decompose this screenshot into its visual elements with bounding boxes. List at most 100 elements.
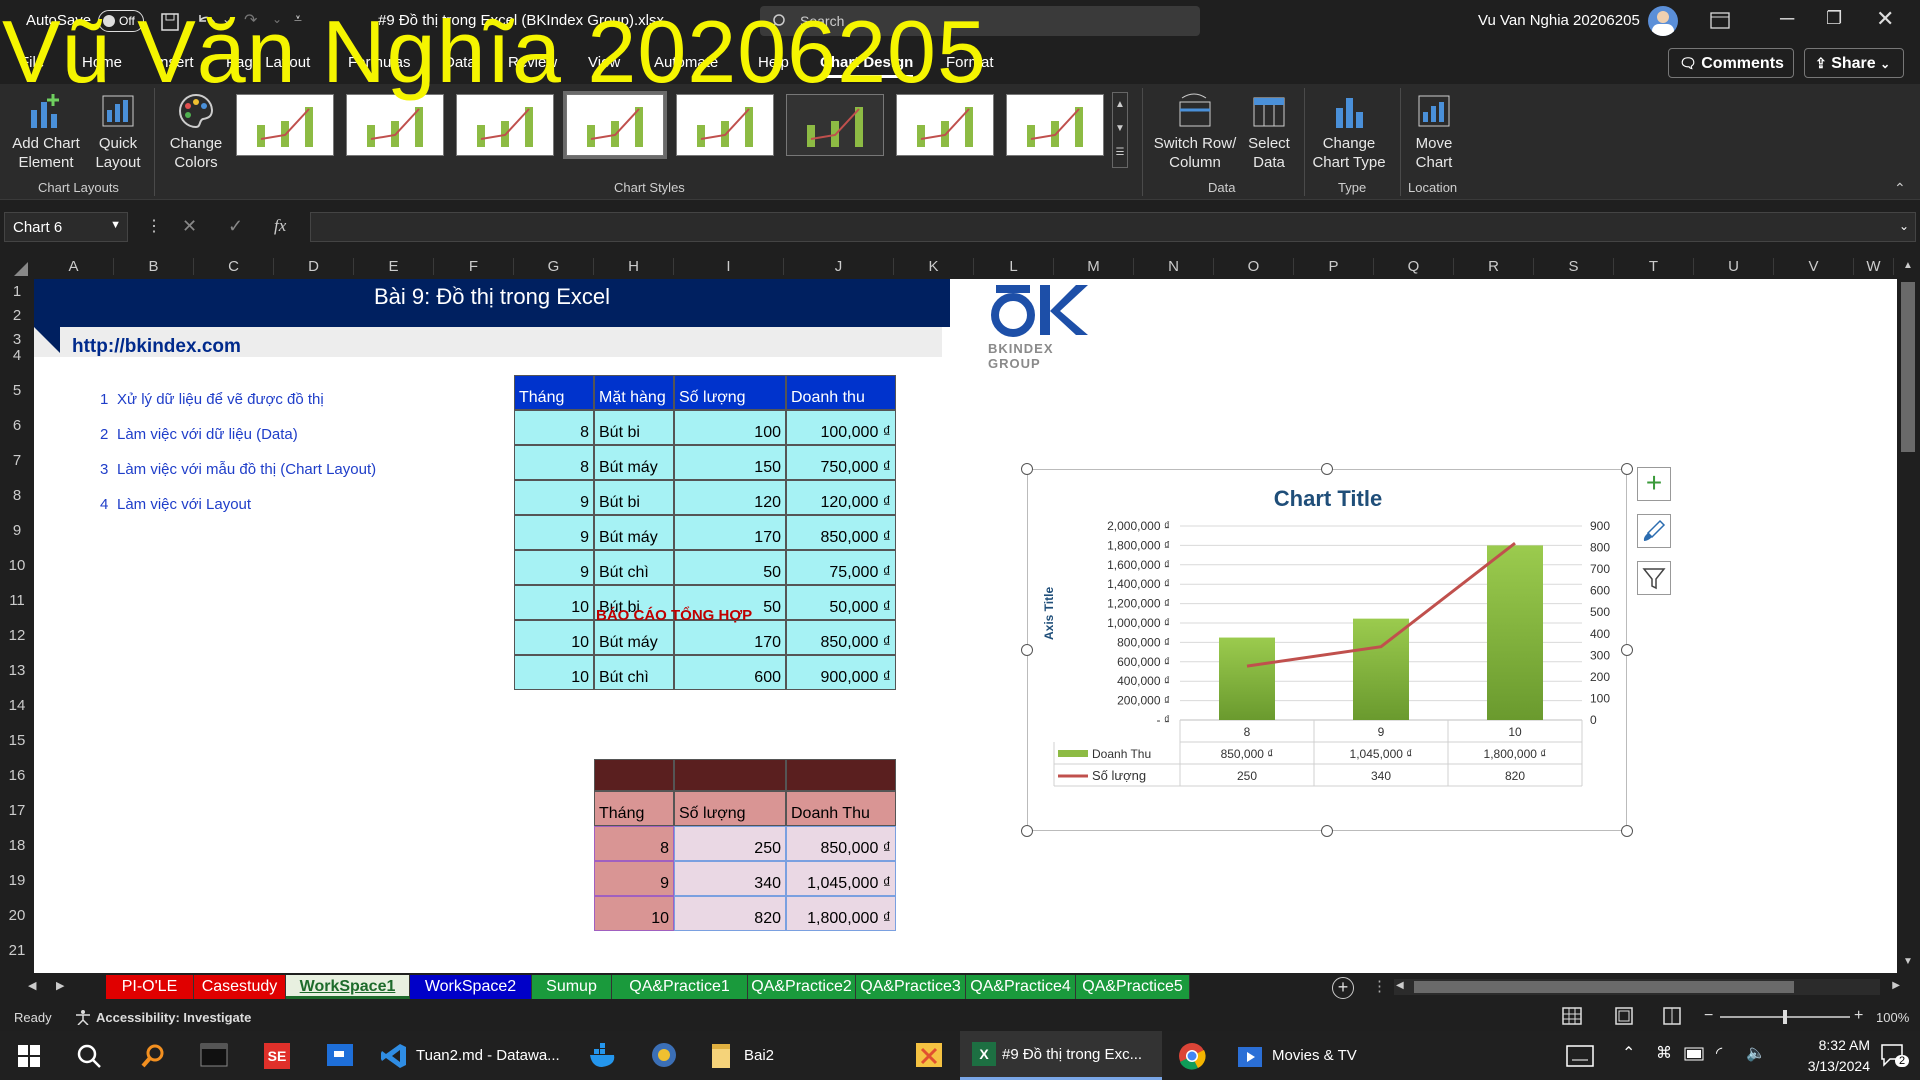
table1-cell[interactable]: 170 <box>674 515 786 550</box>
avatar[interactable] <box>1648 6 1678 36</box>
resize-handle[interactable] <box>1021 644 1033 656</box>
column-header-n[interactable]: N <box>1134 258 1214 275</box>
table2-cell[interactable]: 1,800,000 ₫ <box>786 896 896 931</box>
chart-style-6[interactable] <box>786 94 884 156</box>
row-header-12[interactable]: 12 <box>0 627 34 644</box>
table1-cell[interactable]: 8 <box>514 445 594 480</box>
row-header-6[interactable]: 6 <box>0 417 34 434</box>
table1-cell[interactable]: 9 <box>514 550 594 585</box>
column-header-r[interactable]: R <box>1454 258 1534 275</box>
horizontal-scrollbar[interactable]: ◀ ▶ <box>1394 979 1900 995</box>
table1-cell[interactable]: 50,000 ₫ <box>786 585 896 620</box>
snipping-tool-icon[interactable] <box>914 1041 944 1069</box>
column-header-d[interactable]: D <box>274 258 354 275</box>
row-header-16[interactable]: 16 <box>0 767 34 784</box>
sheet-tab-8[interactable]: QA&Practice4 <box>966 975 1076 999</box>
sheet-tab-7[interactable]: QA&Practice3 <box>856 975 966 999</box>
column-header-k[interactable]: K <box>894 258 974 275</box>
app-icon[interactable] <box>650 1041 678 1069</box>
close-icon[interactable]: ✕ <box>1876 6 1894 32</box>
scroll-down-icon[interactable]: ▼ <box>1113 117 1127 141</box>
chart-style-8[interactable] <box>1006 94 1104 156</box>
scroll-up-icon[interactable]: ▲ <box>1113 93 1127 117</box>
move-chart-button[interactable]: Move Chart <box>1404 92 1464 172</box>
chart-style-1[interactable] <box>236 94 334 156</box>
url-link[interactable]: http://bkindex.com <box>72 336 241 358</box>
share-button[interactable]: ⇪ Share ⌄ <box>1804 48 1904 78</box>
chrome-icon[interactable] <box>1178 1042 1206 1070</box>
worksheet-grid[interactable]: Bài 9: Đồ thị trong Excel http://bkindex… <box>34 279 1897 973</box>
zoom-out-icon[interactable]: − <box>1704 1007 1713 1025</box>
row-header-17[interactable]: 17 <box>0 802 34 819</box>
table1-cell[interactable]: Bút máy <box>594 515 674 550</box>
select-data-button[interactable]: Select Data <box>1240 92 1298 172</box>
table1-cell[interactable]: 120 <box>674 480 786 515</box>
column-header-q[interactable]: Q <box>1374 258 1454 275</box>
row-header-2[interactable]: 2 <box>0 307 34 324</box>
chart-style-4[interactable] <box>563 91 667 159</box>
change-colors-button[interactable]: Change Colors <box>160 92 232 172</box>
taskbar-movies[interactable]: Movies & TV <box>1236 1031 1396 1080</box>
table1-cell[interactable]: 150 <box>674 445 786 480</box>
table1-cell[interactable]: 9 <box>514 515 594 550</box>
add-chart-element-button[interactable]: Add Chart Element <box>8 92 84 172</box>
row-header-11[interactable]: 11 <box>0 592 34 609</box>
network-device-icon[interactable]: ⌘ <box>1656 1043 1672 1063</box>
taskbar-vscode[interactable]: Tuan2.md - Datawa... <box>380 1031 570 1080</box>
more-icon[interactable]: ⋮ <box>146 216 162 236</box>
expand-formula-icon[interactable]: ⌄ <box>1899 219 1909 233</box>
formula-input[interactable]: ⌄ <box>310 212 1916 242</box>
table2-cell[interactable]: 850,000 ₫ <box>786 826 896 861</box>
row-header-19[interactable]: 19 <box>0 872 34 889</box>
table1-cell[interactable]: Bút máy <box>594 620 674 655</box>
chart-filters-button[interactable] <box>1637 561 1671 595</box>
row-header-13[interactable]: 13 <box>0 662 34 679</box>
resize-handle[interactable] <box>1621 644 1633 656</box>
insert-function-icon[interactable]: fx <box>274 216 286 236</box>
table1-cell[interactable]: 850,000 ₫ <box>786 515 896 550</box>
column-header-m[interactable]: M <box>1054 258 1134 275</box>
row-header-8[interactable]: 8 <box>0 487 34 504</box>
row-header-4[interactable]: 4 <box>0 347 34 364</box>
clock-date[interactable]: 3/13/2024 <box>1778 1058 1870 1074</box>
resize-handle[interactable] <box>1321 825 1333 837</box>
table2-cell[interactable]: 250 <box>674 826 786 861</box>
app-se-icon[interactable]: SE <box>264 1043 290 1069</box>
next-sheet-icon[interactable]: ▶ <box>56 979 64 992</box>
zoom-slider-thumb[interactable] <box>1783 1010 1787 1024</box>
table1-cell[interactable]: 850,000 ₫ <box>786 620 896 655</box>
row-header-15[interactable]: 15 <box>0 732 34 749</box>
taskbar-excel[interactable]: X #9 Đồ thị trong Exc... <box>960 1031 1162 1080</box>
zoom-in-icon[interactable]: + <box>1854 1007 1863 1025</box>
collapse-ribbon-icon[interactable]: ⌃ <box>1894 180 1906 197</box>
column-header-p[interactable]: P <box>1294 258 1374 275</box>
bar-doanh-thu-9[interactable] <box>1353 618 1409 720</box>
chart-styles-scroller[interactable]: ▲ ▼ ☰ <box>1112 92 1128 168</box>
table1-cell[interactable]: 9 <box>514 480 594 515</box>
windows-start-icon[interactable] <box>18 1045 40 1067</box>
table2-cell[interactable]: 8 <box>594 826 674 861</box>
tray-chevron-icon[interactable]: ⌃ <box>1622 1043 1635 1063</box>
column-header-f[interactable]: F <box>434 258 514 275</box>
table1-cell[interactable]: Bút máy <box>594 445 674 480</box>
resize-handle[interactable] <box>1021 463 1033 475</box>
row-header-5[interactable]: 5 <box>0 382 34 399</box>
column-header-i[interactable]: I <box>674 258 784 275</box>
chart-style-3[interactable] <box>456 94 554 156</box>
scroll-thumb[interactable] <box>1901 282 1915 452</box>
column-header-e[interactable]: E <box>354 258 434 275</box>
row-header-9[interactable]: 9 <box>0 522 34 539</box>
bar-doanh-thu-10[interactable] <box>1487 545 1543 720</box>
table1-cell[interactable]: 10 <box>514 655 594 690</box>
taskbar-folder[interactable]: Bai2 <box>710 1031 830 1080</box>
sheet-tab-3[interactable]: WorkSpace2 <box>410 975 532 999</box>
column-header-t[interactable]: T <box>1614 258 1694 275</box>
table1-cell[interactable]: Bút chì <box>594 655 674 690</box>
restore-icon[interactable]: ❐ <box>1826 8 1842 29</box>
everything-search-icon[interactable] <box>140 1043 166 1069</box>
enter-icon[interactable]: ✓ <box>228 216 243 237</box>
more-icon[interactable]: ⋮ <box>1372 977 1387 995</box>
column-header-w[interactable]: W <box>1854 258 1894 275</box>
comments-button[interactable]: 🗨 Comments <box>1668 48 1794 78</box>
column-header-b[interactable]: B <box>114 258 194 275</box>
